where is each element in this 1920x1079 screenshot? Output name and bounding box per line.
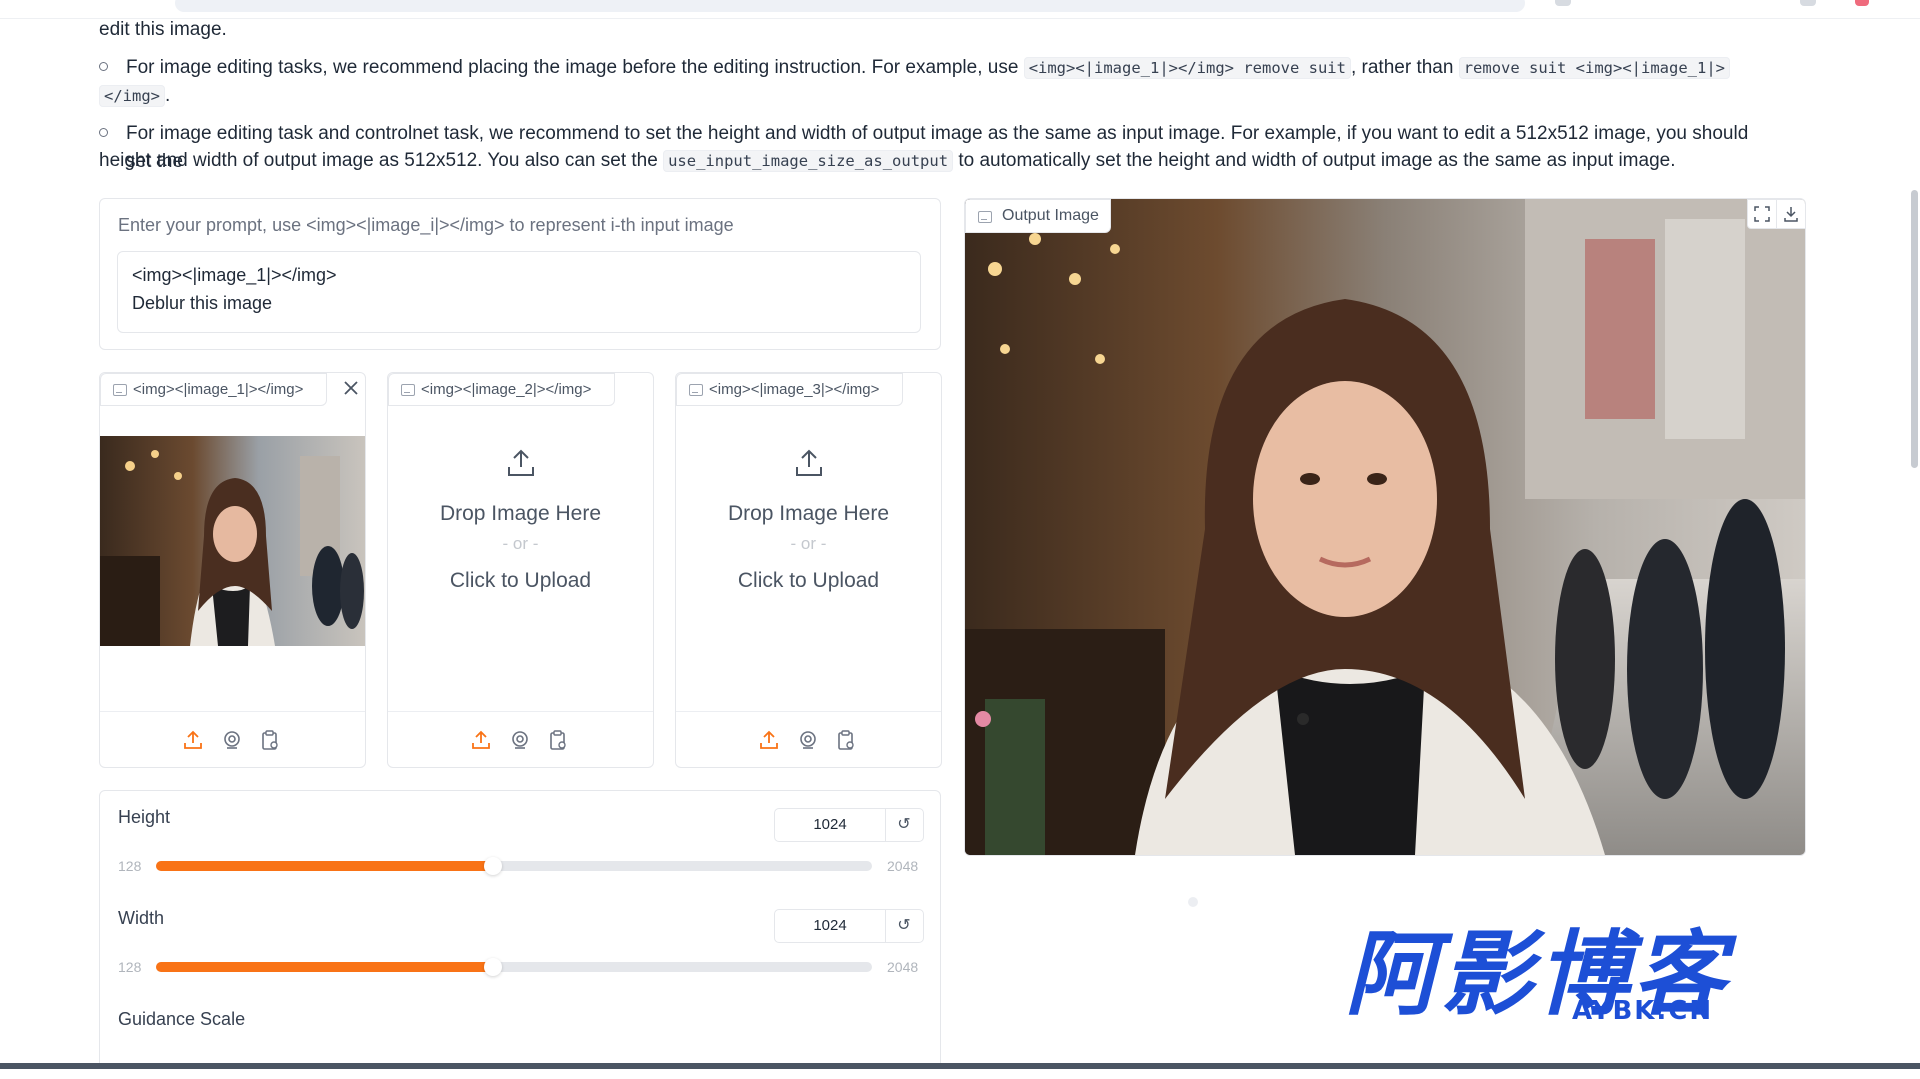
input-image-2-toolbar [388, 711, 653, 768]
drop-zone[interactable]: Drop Image Here - or - Click to Upload [388, 406, 653, 711]
prompt-panel: Enter your prompt, use <img><|image_i|><… [99, 198, 941, 350]
prompt-textarea[interactable]: <img><|image_1|></img> Deblur this image [117, 251, 921, 333]
height-value[interactable]: 1024 [775, 809, 886, 841]
input-image-3-panel: <img><|image_3|></img> Drop Image Here -… [675, 372, 942, 768]
drop-text: Drop Image Here [727, 502, 890, 525]
code-snippet: remove suit <img><|image_1|> [1458, 57, 1730, 79]
prompt-line: Deblur this image [132, 293, 273, 313]
bullet-marker [99, 62, 109, 72]
input-image-3-label: <img><|image_3|></img> [676, 373, 903, 406]
doc-bullet-1-cont: </img>. [99, 82, 1759, 110]
webcam-icon[interactable] [796, 728, 820, 752]
settings-panel: Height 1024 ↺ 128 2048 Width 1024 ↺ 128 … [99, 790, 941, 1072]
code-snippet: </img> [99, 85, 165, 107]
width-min: 128 [118, 959, 142, 975]
width-slider-fill [156, 962, 493, 972]
input-image-1-toolbar [100, 711, 365, 768]
height-max: 2048 [887, 858, 919, 874]
image-label-text: <img><|image_2|></img> [421, 381, 592, 398]
drop-text: Drop Image Here [439, 502, 602, 525]
prompt-label: Enter your prompt, use <img><|image_i|><… [118, 215, 734, 235]
doc-line: edit this image. [99, 19, 227, 40]
guidance-scale-label: Guidance Scale [118, 1009, 246, 1029]
upload-icon [795, 449, 822, 476]
input-image-1-preview[interactable] [100, 436, 365, 646]
input-image-1-panel: <img><|image_1|></img> [99, 372, 366, 768]
height-number-input[interactable]: 1024 ↺ [774, 808, 924, 842]
clear-image-button[interactable] [338, 375, 364, 401]
image-icon [978, 211, 992, 223]
doc-text: For image editing tasks, we recommend pl… [126, 57, 1024, 78]
doc-text: to automatically set the height and widt… [953, 150, 1676, 171]
clipboard-icon[interactable] [834, 728, 858, 752]
webcam-icon[interactable] [220, 728, 244, 752]
upload-icon[interactable] [757, 728, 781, 752]
download-icon [1784, 207, 1798, 222]
output-label-text: Output Image [1002, 207, 1099, 224]
decorative-dot [1188, 897, 1198, 907]
or-text: - or - [502, 534, 539, 553]
reset-icon: ↺ [897, 917, 911, 934]
page-scrollbar[interactable] [1911, 190, 1918, 468]
toolbar-icon[interactable] [1555, 0, 1571, 6]
height-min: 128 [118, 858, 142, 874]
clipboard-icon[interactable] [258, 728, 282, 752]
width-number-input[interactable]: 1024 ↺ [774, 909, 924, 943]
webcam-icon[interactable] [508, 728, 532, 752]
drop-zone[interactable]: Drop Image Here - or - Click to Upload [676, 406, 941, 711]
output-image[interactable] [965, 199, 1805, 855]
height-slider[interactable] [156, 857, 872, 875]
fullscreen-icon [1754, 206, 1770, 222]
doc-text: . [165, 85, 171, 106]
input-image-2-panel: <img><|image_2|></img> Drop Image Here -… [387, 372, 654, 768]
toolbar-icon[interactable] [1800, 0, 1816, 6]
width-slider[interactable] [156, 958, 872, 976]
image-label-text: <img><|image_3|></img> [709, 381, 880, 398]
watermark-english: AYBK.CN [1572, 996, 1714, 1026]
clipboard-icon[interactable] [546, 728, 570, 752]
click-upload-text: Click to Upload [737, 569, 880, 592]
click-upload-text: Click to Upload [449, 569, 592, 592]
address-bar[interactable] [175, 0, 1525, 12]
fullscreen-button[interactable] [1747, 199, 1777, 229]
image-icon [113, 384, 127, 396]
input-image-1-label: <img><|image_1|></img> [100, 373, 327, 406]
bullet-marker [99, 128, 109, 138]
height-reset-button[interactable]: ↺ [885, 809, 923, 841]
upload-icon[interactable] [469, 728, 493, 752]
width-label: Width [118, 908, 165, 928]
width-max: 2048 [887, 959, 919, 975]
code-snippet: use_input_image_size_as_output [663, 150, 954, 172]
or-text: - or - [790, 534, 827, 553]
image-label-text: <img><|image_1|></img> [133, 381, 304, 398]
width-value[interactable]: 1024 [775, 910, 886, 942]
prompt-line: <img><|image_1|></img> [132, 265, 337, 285]
height-slider-handle[interactable] [483, 857, 502, 875]
height-label: Height [118, 807, 171, 827]
image-icon [401, 384, 415, 396]
doc-text: height and width of output image as 512x… [99, 150, 664, 171]
doc-bullet-2-cont: height and width of output image as 512x… [99, 147, 1759, 175]
bottom-edge [0, 1063, 1920, 1079]
upload-icon [507, 449, 534, 476]
output-image-panel: Output Image [964, 198, 1806, 856]
code-snippet: <img><|image_1|></img> remove suit [1023, 57, 1351, 79]
output-image-label: Output Image [965, 199, 1111, 233]
width-reset-button[interactable]: ↺ [885, 910, 923, 942]
input-image-2-label: <img><|image_2|></img> [388, 373, 615, 406]
close-icon [344, 381, 358, 395]
height-slider-fill [156, 861, 493, 871]
download-button[interactable] [1776, 199, 1805, 229]
input-image-3-toolbar [676, 711, 941, 768]
doc-bullet-1: For image editing tasks, we recommend pl… [126, 54, 1766, 82]
image-icon [689, 384, 703, 396]
profile-icon[interactable] [1855, 0, 1869, 6]
reset-icon: ↺ [897, 816, 911, 833]
width-slider-handle[interactable] [483, 958, 502, 976]
upload-icon[interactable] [181, 728, 205, 752]
doc-text: , rather than [1350, 57, 1459, 78]
